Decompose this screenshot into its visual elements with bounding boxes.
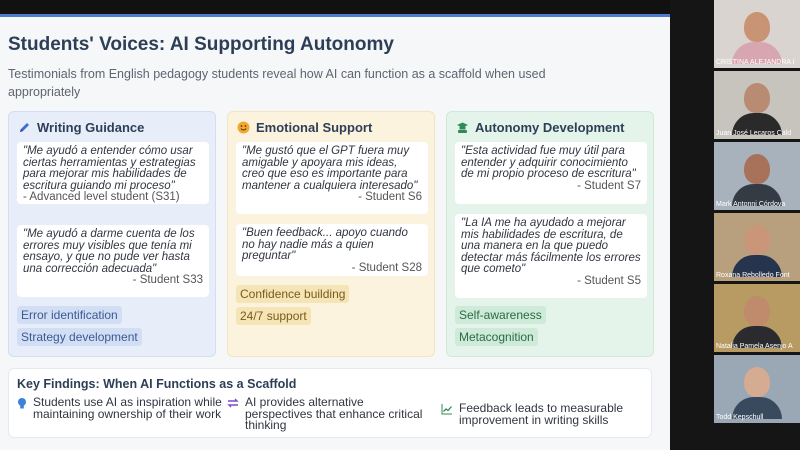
lightbulb-icon (17, 397, 27, 411)
participant-video-tile[interactable]: CRISTINA ALEJANDRA I (714, 0, 800, 68)
card-writing-guidance: Writing Guidance "Me ayudó a entender có… (8, 111, 216, 357)
quote-text: "Esta actividad fue muy útil para entend… (461, 145, 636, 180)
participant-name: Todd Kepschull (716, 414, 764, 421)
swap-arrows-icon (227, 397, 239, 411)
card-title: Emotional Support (256, 120, 373, 135)
card-title: Autonomy Development (475, 120, 625, 135)
quote-author: - Advanced level student (S31) (23, 191, 180, 203)
key-findings-panel: Key Findings: When AI Functions as a Sca… (8, 368, 652, 438)
tag: Error identification (17, 306, 122, 324)
card-header: Autonomy Development (455, 120, 625, 135)
quote-text: "Me ayudó a darme cuenta de los errores … (23, 228, 195, 275)
quote-box: "Buen feedback... apoyo cuando no hay na… (236, 224, 428, 276)
participant-name: Roxana Rebolledo Font (716, 272, 790, 279)
slide-subtitle: Testimonials from English pedagogy stude… (8, 67, 546, 99)
quote-author: - Student S28 (351, 261, 422, 274)
card-emotional-support: Emotional Support "Me gustó que el GPT f… (227, 111, 435, 357)
tag: Confidence building (236, 285, 350, 303)
pen-icon (17, 121, 31, 135)
quote-author: - Student S6 (358, 191, 422, 203)
finding-text: Feedback leads to measurable improvement… (459, 401, 624, 427)
quote-box: "Esta actividad fue muy útil para entend… (455, 142, 647, 204)
quote-text: "Buen feedback... apoyo cuando no hay na… (242, 227, 408, 262)
presentation-slide: Students' Voices: AI Supporting Autonomy… (0, 14, 670, 450)
finding-item: AI provides alternative perspectives tha… (227, 395, 427, 432)
quote-text: "La IA me ha ayudado a mejorar mis habil… (461, 217, 641, 275)
participant-video-tile[interactable]: Mark Antonni Córdova (714, 142, 800, 210)
participants-panel: CRISTINA ALEJANDRA I Juan José Lecaros C… (670, 0, 800, 450)
tag: Strategy development (17, 328, 142, 346)
tag: Self-awareness (455, 306, 546, 324)
participant-video-tile[interactable]: Roxana Rebolledo Font (714, 213, 800, 281)
quote-author: - Student S33 (132, 274, 203, 286)
quote-author: - Student S5 (577, 274, 641, 287)
participant-video-tile[interactable]: Juan José Lecaros Cald (714, 71, 800, 139)
quote-box: "Me ayudó a entender cómo usar ciertas h… (17, 142, 209, 204)
tag: Metacognition (455, 328, 538, 346)
finding-text: AI provides alternative perspectives tha… (245, 395, 423, 432)
quote-text: "Me ayudó a entender cómo usar ciertas h… (23, 145, 196, 192)
card-header: Writing Guidance (17, 120, 144, 135)
findings-title: Key Findings: When AI Functions as a Sca… (17, 377, 297, 391)
participant-video-tile[interactable]: Natalia Pamela Asenjo A (714, 284, 800, 352)
participant-name: Natalia Pamela Asenjo A (716, 343, 793, 350)
finding-item: Students use AI as inspiration while mai… (17, 395, 222, 421)
card-autonomy-development: Autonomy Development "Esta actividad fue… (446, 111, 654, 357)
quote-box: "Me gustó que el GPT fuera muy amigable … (236, 142, 428, 214)
graduate-icon (455, 121, 469, 135)
quote-author: - Student S7 (577, 179, 641, 192)
slide-title: Students' Voices: AI Supporting Autonomy (8, 34, 394, 55)
slide-accent-bar (0, 14, 670, 17)
quote-box: "La IA me ha ayudado a mejorar mis habil… (455, 214, 647, 298)
tag: 24/7 support (236, 307, 311, 325)
card-title: Writing Guidance (37, 120, 145, 135)
trend-chart-icon (441, 403, 453, 417)
finding-item: Feedback leads to measurable improvement… (441, 401, 646, 427)
smile-icon (236, 121, 250, 135)
quote-box: "Me ayudó a darme cuenta de los errores … (17, 225, 209, 297)
participant-name: CRISTINA ALEJANDRA I (716, 59, 795, 66)
finding-text: Students use AI as inspiration while mai… (33, 395, 222, 421)
participant-name: Juan José Lecaros Cald (716, 130, 792, 137)
participant-video-tile[interactable]: Todd Kepschull (714, 355, 800, 423)
participant-name: Mark Antonni Córdova (716, 201, 786, 208)
card-header: Emotional Support (236, 120, 372, 135)
quote-text: "Me gustó que el GPT fuera muy amigable … (242, 145, 418, 192)
